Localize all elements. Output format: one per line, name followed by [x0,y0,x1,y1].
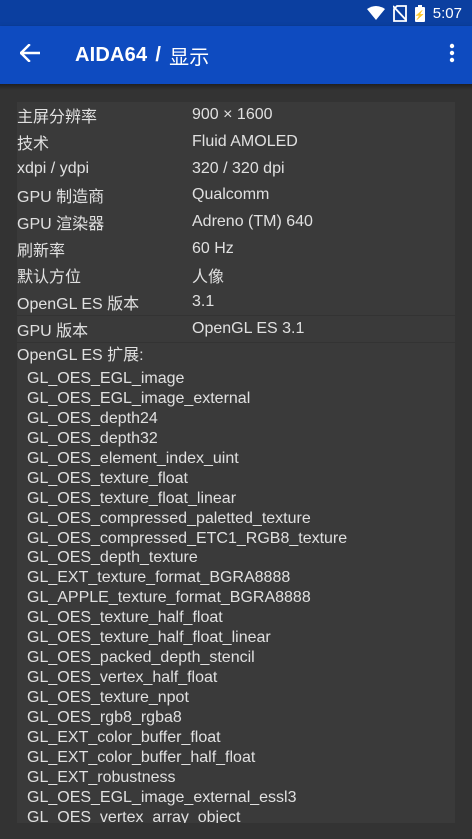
info-row-value: 60 Hz [192,239,234,257]
info-row-label: GPU 版本 [17,322,89,340]
extension-item: GL_OES_element_index_uint [27,449,239,467]
info-row-value: 3.1 [192,293,215,311]
info-row[interactable]: OpenGL ES 版本 3.1 [17,288,455,316]
extension-item: GL_OES_rgb8_rgba8 [27,708,182,726]
extension-item: GL_EXT_color_buffer_half_float [27,748,256,766]
extensions-panel[interactable]: OpenGL ES 扩展: GL_OES_EGL_image GL_OES_EGL… [17,343,455,823]
info-row[interactable]: 技术 Fluid AMOLED [17,128,455,156]
arrow-back-icon [19,42,41,67]
info-row-label: GPU 制造商 [17,189,105,207]
info-row-value: 900 × 1600 [192,106,273,124]
app-bar: AIDA64 / 显示 [0,26,472,84]
extension-item: GL_OES_compressed_ETC1_RGB8_texture [27,529,348,547]
page-name: 显示 [169,46,210,69]
info-row-label: GPU 渲染器 [17,216,105,233]
extension-item: GL_OES_vertex_half_float [27,669,218,687]
page-title: AIDA64 / 显示 [75,41,210,70]
info-row-label: xdpi / ydpi [17,159,90,177]
extension-item: GL_OES_depth_texture [27,549,198,567]
info-row[interactable]: GPU 版本 OpenGL ES 3.1 [17,315,455,342]
info-row-label: 刷新率 [17,242,66,260]
status-time: 5:07 [432,4,462,22]
info-row[interactable]: GPU 渲染器 Adreno (TM) 640 [17,208,455,236]
extension-item: GL_OES_depth32 [27,429,158,447]
info-row-value: Adreno (TM) 640 [192,213,313,230]
info-row-value: Qualcomm [192,186,270,204]
overflow-menu-button[interactable] [432,26,472,84]
extensions-list: GL_OES_EGL_image GL_OES_EGL_image_externa… [17,369,455,823]
info-row-value: 人像 [192,269,225,287]
wifi-icon [366,5,385,21]
overflow-menu-icon [449,43,455,68]
extension-item: GL_OES_compressed_paletted_texture [27,509,311,527]
status-bar: ⚡ 5:07 [0,0,472,26]
back-button[interactable] [0,26,60,84]
info-row[interactable]: 刷新率 60 Hz [17,235,455,262]
extension-item: GL_OES_texture_half_float_linear [27,629,271,647]
no-sim-icon [392,4,407,22]
info-row[interactable]: 主屏分辨率 900 × 1600 [17,102,455,129]
extension-item: GL_EXT_color_buffer_float [27,728,221,746]
extension-item: GL_OES_texture_half_float [27,609,223,627]
svg-text:⚡: ⚡ [415,9,425,21]
info-row-label: OpenGL ES 版本 [17,296,140,314]
extension-item: GL_OES_depth24 [27,409,158,427]
info-row-label: 主屏分辨率 [17,109,98,127]
info-row-label: 技术 [17,135,50,153]
info-row[interactable]: GPU 制造商 Qualcomm [17,182,455,209]
extension-item: GL_EXT_robustness [27,768,176,786]
extension-item: GL_OES_packed_depth_stencil [27,649,255,667]
title-separator: / [155,43,162,66]
extension-item: GL_OES_EGL_image_external [27,389,251,407]
info-row-value: 320 / 320 dpi [192,159,285,177]
app-name: AIDA64 [75,43,148,66]
extension-item: GL_APPLE_texture_format_BGRA8888 [27,589,311,607]
battery-icon: ⚡ [414,4,425,22]
extension-item: GL_OES_vertex_array_object [27,808,241,823]
extensions-heading: OpenGL ES 扩展: [17,347,144,364]
extension-item: GL_OES_texture_npot [27,689,189,706]
info-table: 主屏分辨率 900 × 1600 技术 Fluid AMOLED xdpi / ydpi… [17,102,455,342]
extension-item: GL_OES_EGL_image [27,370,185,387]
content-area[interactable]: 主屏分辨率 900 × 1600 技术 Fluid AMOLED xdpi / ydpi… [0,84,472,839]
info-row[interactable]: 默认方位 人像 [17,262,455,289]
extension-item: GL_OES_EGL_image_external_essl3 [27,788,297,806]
extension-item: GL_OES_texture_float_linear [27,489,237,507]
info-row-value: Fluid AMOLED [192,132,298,150]
extension-item: GL_OES_texture_float [27,469,188,487]
extension-item: GL_EXT_texture_format_BGRA8888 [27,569,291,587]
info-row[interactable]: xdpi / ydpi 320 / 320 dpi [17,155,455,182]
info-row-value: OpenGL ES 3.1 [192,319,305,337]
info-row-label: 默认方位 [17,269,82,287]
